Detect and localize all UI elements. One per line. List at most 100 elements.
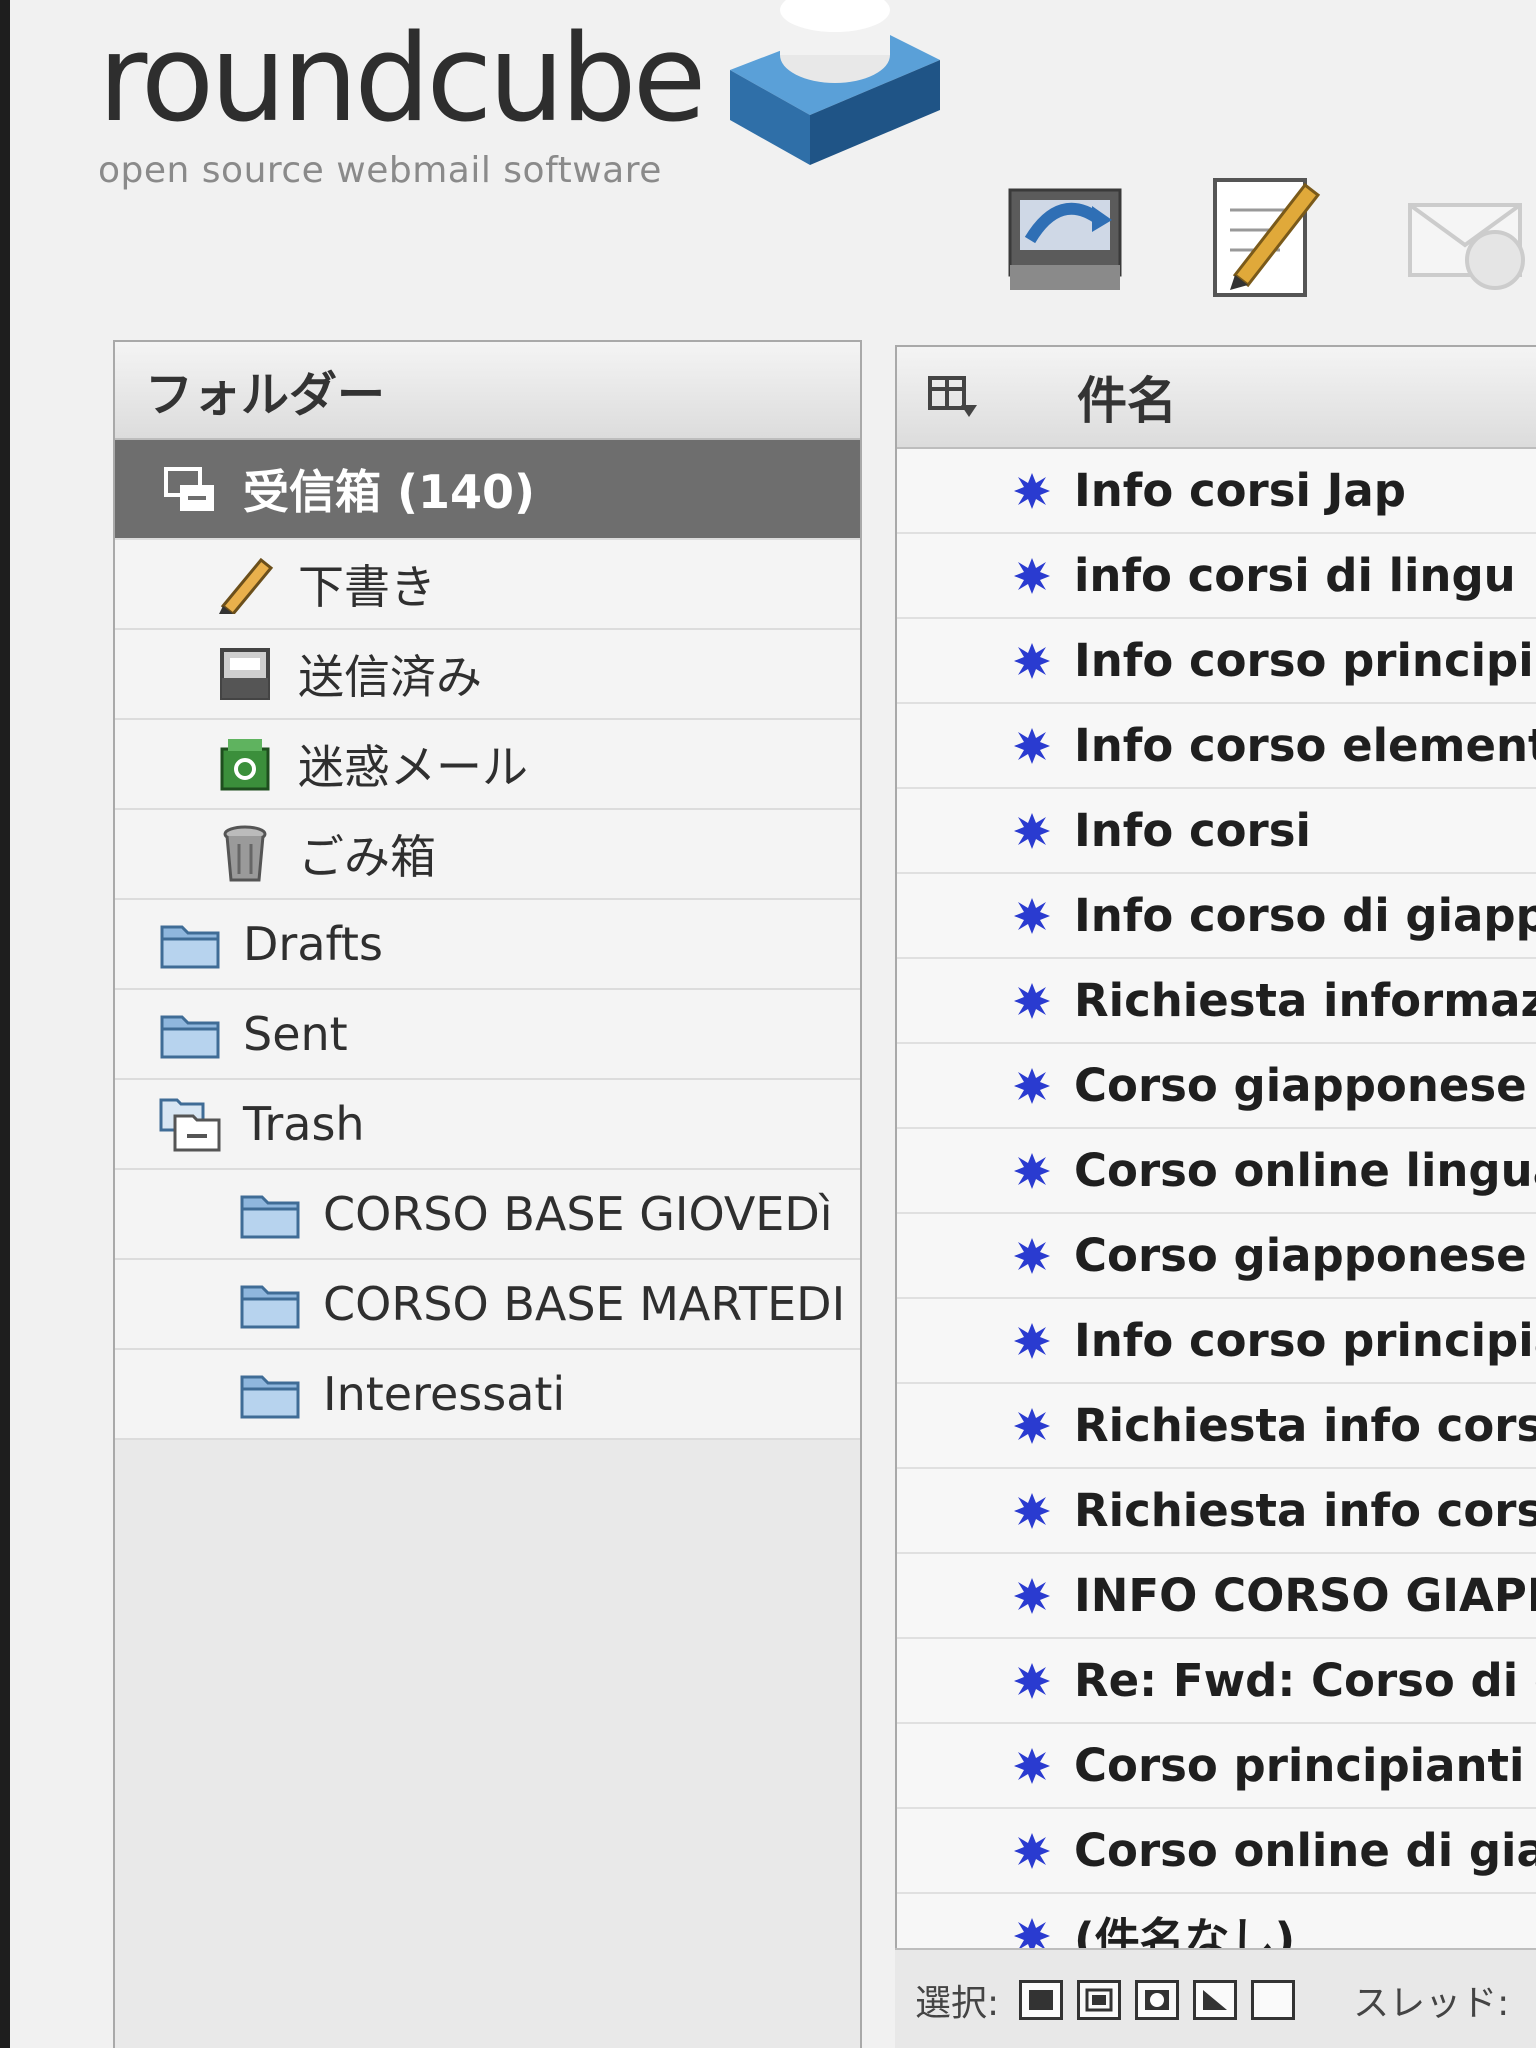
roundcube-logo: roundcube open source webmail software <box>98 10 706 192</box>
message-subject: Info corsi <box>1074 804 1311 857</box>
folder-panel: フォルダー 受信箱 (140) 下書き 送信済み 迷惑メール ごみ箱 Draft… <box>113 340 862 2048</box>
folder-label: ごみ箱 <box>298 830 436 884</box>
message-row[interactable]: Richiesta info corso <box>897 1469 1536 1554</box>
message-subject: Richiesta informazio <box>1074 974 1536 1027</box>
compose-icon <box>1213 178 1321 297</box>
thread-label: スレッド: <box>1353 1983 1510 2024</box>
message-subject: Corso giapponese <box>1074 1059 1527 1112</box>
message-row[interactable]: Richiesta informazio <box>897 959 1536 1044</box>
select-label: 選択: <box>915 1983 1000 2024</box>
unread-icon <box>1014 1237 1050 1274</box>
unread-icon <box>1014 812 1050 849</box>
folder-list: 受信箱 (140) 下書き 送信済み 迷惑メール ごみ箱 Drafts Sent… <box>115 440 860 1440</box>
message-subject: Info corso principi <box>1074 634 1534 687</box>
folder-icon <box>235 1359 305 1429</box>
message-row[interactable]: Info corsi Jap <box>897 449 1536 534</box>
folder-icon <box>235 1269 305 1339</box>
toolbar <box>995 165 1535 305</box>
sent-icon <box>210 639 280 709</box>
folder-panel-header: フォルダー <box>115 342 860 440</box>
message-list: Info corsi Jap info corsi di lingu Info co… <box>897 449 1536 1979</box>
compose-button[interactable] <box>1195 165 1335 305</box>
folder-sent-jp[interactable]: 送信済み <box>115 630 860 720</box>
message-subject: Info corso principiant <box>1074 1314 1536 1367</box>
reply-button[interactable] <box>1395 165 1535 305</box>
unread-icon <box>1014 1832 1050 1869</box>
folder-junk-jp[interactable]: 迷惑メール <box>115 720 860 810</box>
message-row[interactable]: Info corso element <box>897 704 1536 789</box>
message-subject: Corso online lingua g <box>1074 1144 1536 1197</box>
folder-label: Sent <box>243 1007 348 1061</box>
folder-trash-jp[interactable]: ごみ箱 <box>115 810 860 900</box>
folder-drafts-jp[interactable]: 下書き <box>115 540 860 630</box>
trash-can-icon <box>210 819 280 889</box>
invert-selection-icon[interactable] <box>1193 1980 1238 2020</box>
folder-interessati[interactable]: Interessati <box>115 1350 860 1440</box>
folder-corso-martedi[interactable]: CORSO BASE MARTEDI <box>115 1260 860 1350</box>
unread-icon <box>1014 982 1050 1019</box>
check-mail-button[interactable] <box>995 165 1135 305</box>
message-subject: Re: Fwd: Corso di giapp <box>1074 1654 1536 1707</box>
unread-icon <box>1014 642 1050 679</box>
message-row[interactable]: Info corso principi <box>897 619 1536 704</box>
unread-icon <box>1014 1747 1050 1784</box>
folder-icon <box>155 909 225 979</box>
logo-text: roundcube <box>98 10 706 149</box>
folder-icon <box>235 1179 305 1249</box>
message-subject: Richiesta info corso <box>1074 1484 1536 1537</box>
message-subject: Corso giapponese isc <box>1074 1229 1536 1282</box>
message-row[interactable]: info corsi di lingu <box>897 534 1536 619</box>
folder-label: Trash <box>243 1097 365 1151</box>
folder-label: 迷惑メール <box>298 740 528 794</box>
unread-icon <box>1014 1492 1050 1529</box>
junk-icon <box>210 729 280 799</box>
folder-label: CORSO BASE GIOVEDì <box>323 1187 833 1241</box>
message-row[interactable]: Re: Fwd: Corso di giapp <box>897 1639 1536 1724</box>
logo-cube-icon <box>710 0 950 174</box>
select-unread-icon[interactable] <box>1135 1980 1180 2020</box>
unread-icon <box>1014 557 1050 594</box>
folder-drafts[interactable]: Drafts <box>115 900 860 990</box>
logo-tagline: open source webmail software <box>98 150 662 191</box>
message-row[interactable]: Corso principianti Giapp <box>897 1724 1536 1809</box>
message-subject: Info corso element <box>1074 719 1536 772</box>
unread-icon <box>1014 472 1050 509</box>
message-row[interactable]: Info corso di giappo <box>897 874 1536 959</box>
subject-column-header[interactable]: 件名 <box>1077 361 1177 433</box>
message-row[interactable]: Corso online di giappone <box>897 1809 1536 1894</box>
select-page-icon[interactable] <box>1077 1980 1122 2020</box>
select-none-icon[interactable] <box>1251 1980 1296 2020</box>
folder-corso-giovedi[interactable]: CORSO BASE GIOVEDì <box>115 1170 860 1260</box>
folder-inbox[interactable]: 受信箱 (140) <box>115 440 860 540</box>
folder-trash[interactable]: Trash <box>115 1080 860 1170</box>
message-list-panel: 件名 Info corsi Jap info corsi di lingu Info… <box>895 345 1536 2048</box>
unread-icon <box>1014 897 1050 934</box>
folder-label: Interessati <box>323 1367 566 1421</box>
message-row[interactable]: Richiesta info corsi <box>897 1384 1536 1469</box>
message-subject: Info corsi Jap <box>1074 464 1406 517</box>
column-options-icon[interactable] <box>927 375 1007 419</box>
folder-sent[interactable]: Sent <box>115 990 860 1080</box>
message-row[interactable]: Corso giapponese <box>897 1044 1536 1129</box>
message-subject: Corso principianti Giapp <box>1074 1739 1536 1792</box>
message-row[interactable]: Info corso principiant <box>897 1299 1536 1384</box>
folder-label: Drafts <box>243 917 383 971</box>
unread-icon <box>1014 1322 1050 1359</box>
message-list-header: 件名 <box>897 347 1536 449</box>
folder-label: CORSO BASE MARTEDI <box>323 1277 846 1331</box>
message-subject: Richiesta info corsi <box>1074 1399 1536 1452</box>
unread-icon <box>1014 1662 1050 1699</box>
message-row[interactable]: Info corsi <box>897 789 1536 874</box>
folder-label: 下書き <box>298 560 436 614</box>
reply-icon <box>1408 203 1525 290</box>
message-row[interactable]: Corso online lingua g <box>897 1129 1536 1214</box>
unread-icon <box>1014 1152 1050 1189</box>
select-all-icon[interactable] <box>1019 1980 1064 2020</box>
message-row[interactable]: Corso giapponese isc <box>897 1214 1536 1299</box>
folder-label: 受信箱 (140) <box>243 465 536 519</box>
message-subject: info corsi di lingu <box>1074 549 1516 602</box>
check-mail-icon <box>1008 188 1122 290</box>
list-footer: 選択: スレッド: <box>895 1948 1536 2048</box>
message-row[interactable]: INFO CORSO GIAPPONE <box>897 1554 1536 1639</box>
folder-label: 送信済み <box>298 650 482 704</box>
